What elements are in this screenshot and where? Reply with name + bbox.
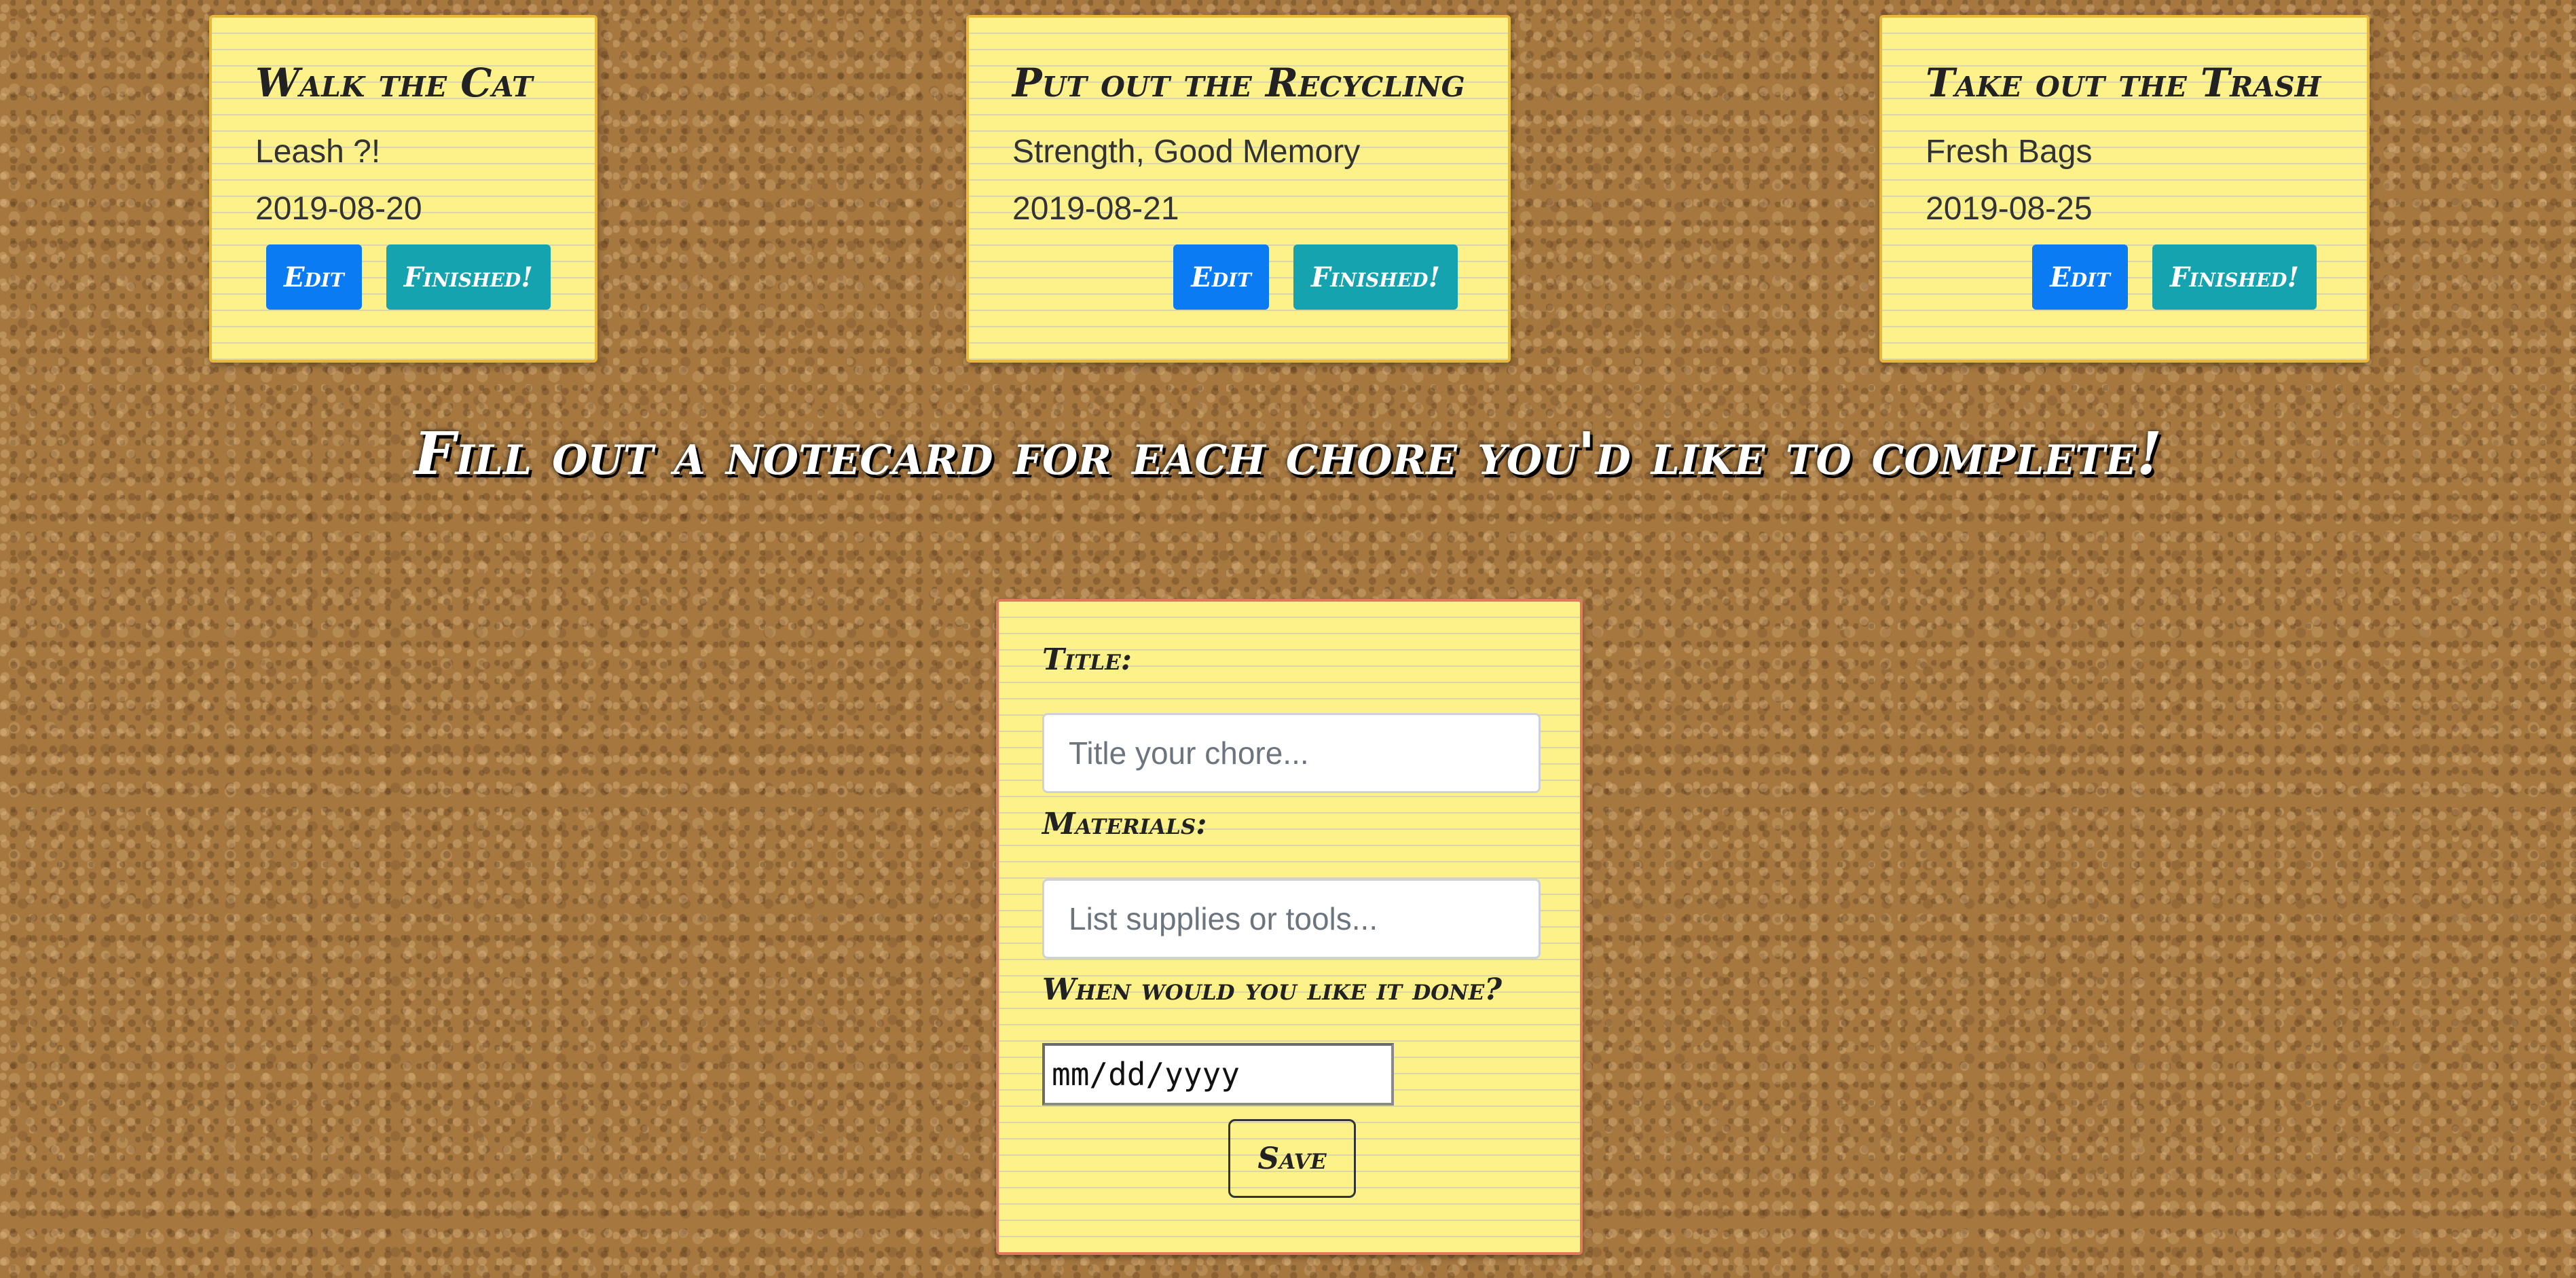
chore-card: Take out the Trash Fresh Bags 2019-08-25… (1879, 15, 2370, 363)
due-date-label: When would you like it done? (1042, 972, 1503, 1007)
finished-button[interactable]: Finished! (386, 244, 551, 310)
edit-button[interactable]: Edit (2032, 244, 2128, 310)
chore-materials: Leash ?! (255, 134, 381, 170)
materials-input[interactable] (1042, 879, 1541, 959)
chore-date: 2019-08-25 (1926, 191, 2093, 227)
card-actions: Edit Finished! (266, 244, 551, 310)
new-chore-form: Title: Materials: When would you like it… (996, 599, 1583, 1255)
chore-date: 2019-08-20 (255, 191, 422, 227)
chore-title: Put out the Recycling (1012, 60, 1465, 106)
finished-button[interactable]: Finished! (2152, 244, 2317, 310)
corkboard-page: { "chores": [ { "title": "Walk the Cat",… (0, 0, 2576, 1278)
edit-button[interactable]: Edit (266, 244, 362, 310)
title-label: Title: (1042, 642, 1132, 677)
chore-title: Walk the Cat (255, 60, 533, 106)
instructions-heading: Fill out a notecard for each chore you'd… (413, 420, 2163, 488)
chore-materials: Strength, Good Memory (1012, 134, 1361, 170)
chore-date: 2019-08-21 (1012, 191, 1179, 227)
card-actions: Edit Finished! (1173, 244, 1458, 310)
title-input[interactable] (1042, 713, 1541, 793)
save-button[interactable]: Save (1228, 1119, 1356, 1198)
due-date-input[interactable]: mm/dd/yyyy (1042, 1043, 1394, 1106)
card-actions: Edit Finished! (2032, 244, 2317, 310)
chore-card: Walk the Cat Leash ?! 2019-08-20 Edit Fi… (209, 15, 597, 363)
materials-label: Materials: (1042, 807, 1207, 841)
chore-card: Put out the Recycling Strength, Good Mem… (966, 15, 1511, 363)
chore-materials: Fresh Bags (1926, 134, 2093, 170)
edit-button[interactable]: Edit (1173, 244, 1269, 310)
finished-button[interactable]: Finished! (1293, 244, 1458, 310)
chore-title: Take out the Trash (1926, 60, 2321, 106)
